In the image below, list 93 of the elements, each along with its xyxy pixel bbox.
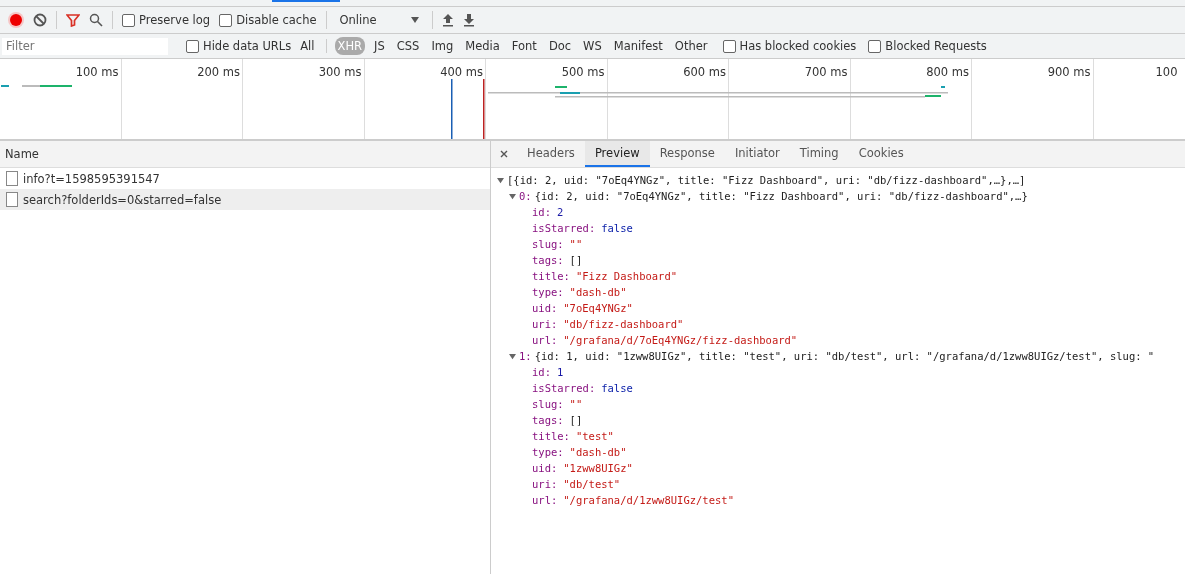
detail-tab[interactable]: Response (649, 141, 725, 167)
name-column-header[interactable]: Name (0, 141, 490, 168)
file-icon (6, 192, 18, 207)
upload-icon[interactable] (441, 13, 454, 27)
json-key: tags: (532, 412, 564, 428)
json-key: title: (532, 428, 570, 444)
time-tick-label: 800 ms (926, 65, 969, 80)
json-value: [] (569, 413, 583, 428)
type-filter-button[interactable]: JS (371, 37, 388, 55)
time-tick-label: 500 ms (561, 65, 605, 80)
type-filter-button[interactable]: Font (508, 37, 540, 55)
filter-icon[interactable] (66, 13, 80, 27)
json-index: 1: (519, 349, 532, 364)
json-value: 1 (556, 365, 564, 380)
json-value: "" (569, 397, 583, 412)
tab-indicator (272, 0, 340, 2)
time-tick-label: 100 ms (75, 65, 119, 80)
detail-tab[interactable]: Cookies (848, 141, 914, 167)
json-key: isStarred: (532, 380, 596, 396)
json-index: 0: (519, 189, 532, 204)
json-summary: {id: 1, uid: "1zww8UIGz", title: "test", uri: "db/test", url: "/grafana/d/1zww8UIGz/test", slug: " (534, 349, 1155, 364)
request-row[interactable]: info?t=1598595391547 (0, 168, 490, 189)
json-key: title: (532, 268, 570, 284)
time-tick-label: 600 ms (683, 65, 726, 80)
json-key: isStarred: (532, 220, 596, 236)
download-icon[interactable] (462, 13, 475, 27)
request-name: info?t=1598595391547 (23, 171, 160, 186)
filter-option-checkbox[interactable]: Has blocked cookies (722, 39, 857, 53)
json-key: uid: (532, 300, 558, 316)
json-value: "" (569, 237, 583, 252)
filter-field[interactable]: Filter (2, 37, 168, 55)
json-value: "7oEq4YNGz" (563, 301, 633, 316)
json-summary: [{id: 2, uid: "7oEq4YNGz", title: "Fizz Dashboard", uri: "db/fizz-dashboard",…},…] (507, 173, 1026, 188)
json-key: slug: (532, 236, 564, 252)
json-value: "/grafana/d/7oEq4YNGz/fizz-dashboard" (563, 333, 798, 348)
time-tick-label: 300 ms (318, 65, 362, 80)
hide-data-urls-checkbox[interactable]: Hide data URLs (186, 39, 292, 53)
expand-arrow-icon[interactable] (509, 352, 516, 360)
json-key: type: (532, 444, 564, 460)
type-filter-button[interactable]: Other (671, 37, 711, 55)
search-icon[interactable] (89, 13, 103, 27)
json-key: id: (532, 204, 551, 220)
type-filter-button[interactable]: Manifest (610, 37, 666, 55)
json-value: "1zww8UIGz" (563, 461, 633, 476)
json-key: tags: (532, 252, 564, 268)
detail-tab[interactable]: Headers (517, 141, 585, 167)
json-key: url: (532, 492, 558, 508)
time-tick-label: 900 ms (1047, 65, 1091, 80)
json-value: "dash-db" (569, 445, 627, 460)
type-filter-button[interactable]: Img (428, 37, 457, 55)
json-key: uid: (532, 460, 558, 476)
json-value: false (601, 221, 633, 236)
json-value: "dash-db" (569, 285, 627, 300)
time-tick-label: 200 ms (197, 65, 240, 80)
type-filter-button[interactable]: Doc (545, 37, 575, 55)
detail-tab[interactable]: Timing (789, 141, 849, 167)
type-filter-button[interactable]: CSS (393, 37, 423, 55)
json-value: "db/test" (563, 477, 621, 492)
json-value: "Fizz Dashboard" (575, 269, 678, 284)
time-tick-label: 700 ms (804, 65, 848, 80)
json-value: "/grafana/d/1zww8UIGz/test" (563, 493, 734, 508)
json-value: [] (569, 253, 583, 268)
time-tick-label: 400 ms (440, 65, 483, 80)
type-filter-button[interactable]: All (297, 37, 318, 55)
file-icon (6, 171, 18, 186)
filter-option-checkbox[interactable]: Blocked Requests (868, 39, 987, 53)
throttling-dropdown[interactable]: Online (335, 13, 423, 27)
type-filter-button[interactable]: WS (580, 37, 605, 55)
json-value: "db/fizz-dashboard" (563, 317, 684, 332)
disable-cache-checkbox[interactable]: Disable cache (219, 13, 317, 27)
json-key: uri: (532, 316, 558, 332)
json-summary: {id: 2, uid: "7oEq4YNGz", title: "Fizz Dashboard", uri: "db/fizz-dashboard",…} (534, 189, 1028, 204)
record-button[interactable] (8, 12, 24, 28)
json-value: "test" (575, 429, 614, 444)
time-tick-label: 100 (1155, 65, 1178, 80)
json-key: type: (532, 284, 564, 300)
json-key: uri: (532, 476, 558, 492)
preserve-log-checkbox[interactable]: Preserve log (122, 13, 211, 27)
type-filter-button[interactable]: Media (462, 37, 503, 55)
json-value: false (601, 381, 633, 396)
request-row[interactable]: search?folderIds=0&starred=false (0, 189, 490, 210)
close-icon[interactable] (500, 150, 508, 158)
request-name: search?folderIds=0&starred=false (23, 192, 222, 207)
expand-arrow-icon[interactable] (509, 192, 516, 200)
detail-tab[interactable]: Initiator (724, 141, 790, 167)
expand-arrow-icon[interactable] (497, 176, 504, 184)
json-key: url: (532, 332, 558, 348)
clear-icon[interactable] (33, 13, 47, 27)
detail-tab[interactable]: Preview (584, 141, 650, 167)
json-key: slug: (532, 396, 564, 412)
json-key: id: (532, 364, 551, 380)
json-value: 2 (556, 205, 564, 220)
caret-icon (410, 17, 419, 23)
